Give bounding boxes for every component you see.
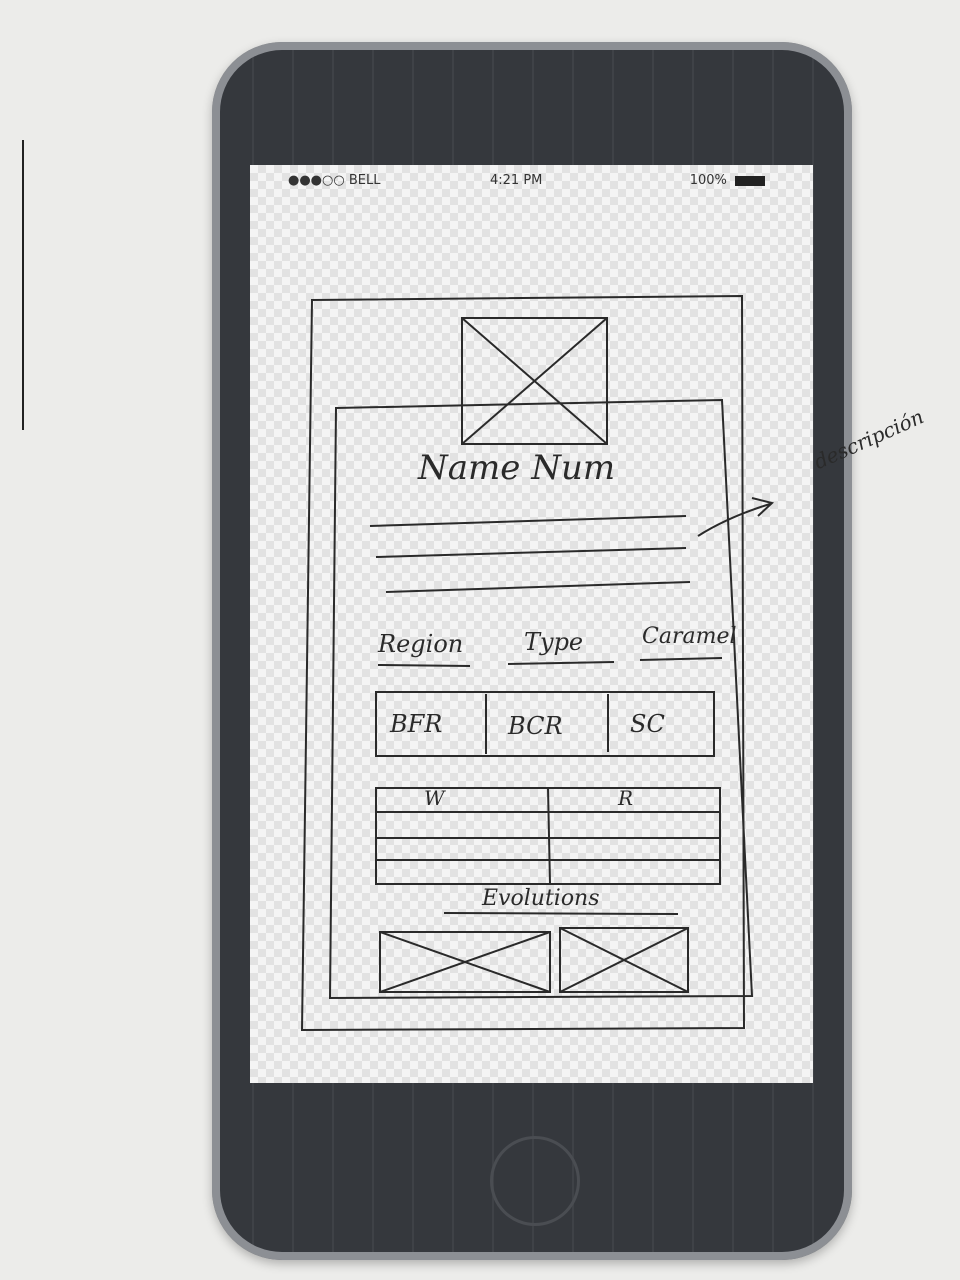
name-num-title: Name Num — [418, 448, 616, 488]
region-label: Region — [378, 630, 464, 658]
paper-margin-line — [22, 140, 24, 430]
evolutions-label: Evolutions — [482, 886, 600, 911]
stat-sc: SC — [630, 710, 665, 738]
stat-bfr: BFR — [390, 710, 443, 738]
table-header-r: R — [618, 786, 634, 810]
battery-percent: 100% — [689, 173, 727, 188]
battery-indicator: 100% — [690, 173, 765, 188]
home-button[interactable] — [490, 1136, 580, 1226]
status-bar: ●●●○○ BELL 4:21 PM 100% — [250, 171, 813, 193]
caramel-label: Caramel — [642, 624, 737, 649]
stat-bcr: BCR — [508, 712, 563, 740]
table-header-w: W — [424, 786, 445, 810]
clock: 4:21 PM — [490, 173, 543, 188]
type-label: Type — [524, 628, 584, 656]
carrier-label: ●●●○○ BELL — [288, 173, 381, 188]
battery-icon — [735, 175, 765, 186]
